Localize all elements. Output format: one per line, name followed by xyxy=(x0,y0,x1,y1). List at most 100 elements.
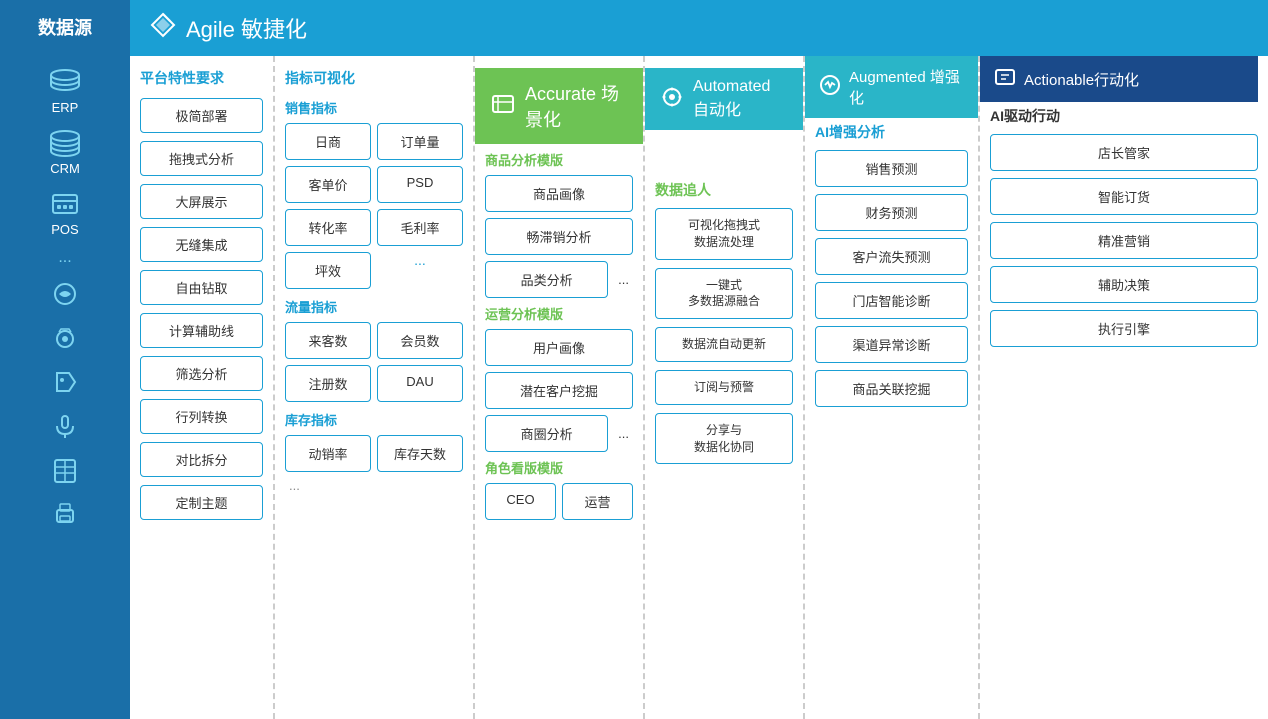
feature-box-5[interactable]: 自由钻取 xyxy=(140,270,263,305)
ai-box-3[interactable]: 客户流失预测 xyxy=(815,238,968,275)
sales-grid: 日商 订单量 客单价 PSD 转化率 毛利率 xyxy=(285,123,463,246)
ai-box-5[interactable]: 渠道异常诊断 xyxy=(815,326,968,363)
excel-icon xyxy=(47,455,83,485)
sidebar-ellipsis: ... xyxy=(58,247,71,269)
tracking-text-2: 一键式多数据源融合 xyxy=(688,278,760,309)
feature-box-1[interactable]: 极简部署 xyxy=(140,98,263,133)
erp-icon xyxy=(47,68,83,98)
ops-box-3[interactable]: 商圈分析 xyxy=(485,415,608,452)
sidebar-item-erp[interactable]: ERP xyxy=(47,64,83,119)
sales-ellipsis: ... xyxy=(377,252,463,289)
camera-icon xyxy=(47,323,83,353)
sidebar-title: 数据源 xyxy=(0,0,130,54)
metric-box-6[interactable]: 毛利率 xyxy=(377,209,463,246)
tracking-text-1: 可视化拖拽式数据流处理 xyxy=(688,218,760,249)
tracking-box-4[interactable]: 订阅与预警 xyxy=(655,370,793,405)
tracking-box-3[interactable]: 数据流自动更新 xyxy=(655,327,793,362)
weibo-icon xyxy=(47,279,83,309)
metric-box-t4[interactable]: DAU xyxy=(377,365,463,402)
agile-icon xyxy=(150,12,176,44)
ai-section-title: AI增强分析 xyxy=(815,122,968,142)
platform-title: 平台特性要求 xyxy=(140,68,263,88)
metric-box-5[interactable]: 转化率 xyxy=(285,209,371,246)
content-area: Agile 敏捷化 平台特性要求 极简部署 拖拽式分析 大屏展示 无缝集成 自由… xyxy=(130,0,1268,719)
col-tracking: Automated 自动化 数据追人 可视化拖拽式数据流处理 一键式多数据源融合… xyxy=(645,56,805,719)
metric-box-4[interactable]: PSD xyxy=(377,166,463,203)
feature-box-4[interactable]: 无缝集成 xyxy=(140,227,263,262)
tracking-box-2[interactable]: 一键式多数据源融合 xyxy=(655,268,793,320)
feature-box-2[interactable]: 拖拽式分析 xyxy=(140,141,263,176)
feature-box-7[interactable]: 筛选分析 xyxy=(140,356,263,391)
automated-title: Automated 自动化 xyxy=(693,78,787,120)
tracking-text-5: 分享与数据化协同 xyxy=(694,423,754,454)
metric-box-i1[interactable]: 动销率 xyxy=(285,435,371,472)
metric-box-t2[interactable]: 会员数 xyxy=(377,322,463,359)
ai-box-4[interactable]: 门店智能诊断 xyxy=(815,282,968,319)
goods-box-1[interactable]: 商品画像 xyxy=(485,175,633,212)
role-box-ops[interactable]: 运营 xyxy=(562,483,633,520)
ai-box-1[interactable]: 销售预测 xyxy=(815,150,968,187)
action-box-2[interactable]: 智能订货 xyxy=(990,178,1258,215)
action-box-1[interactable]: 店长管家 xyxy=(990,134,1258,171)
sales-title: 销售指标 xyxy=(285,98,463,117)
metric-box-t1[interactable]: 来客数 xyxy=(285,322,371,359)
sidebar-item-social[interactable] xyxy=(47,275,83,313)
inventory-grid: 动销率 库存天数 xyxy=(285,435,463,472)
ai-box-2[interactable]: 财务预测 xyxy=(815,194,968,231)
feature-box-8[interactable]: 行列转换 xyxy=(140,399,263,434)
goods-box-2[interactable]: 畅滞销分析 xyxy=(485,218,633,255)
sidebar: 数据源 ERP xyxy=(0,0,130,719)
accurate-title: Accurate 场景化 xyxy=(525,80,627,132)
feature-box-6[interactable]: 计算辅助线 xyxy=(140,313,263,348)
tracking-box-5[interactable]: 分享与数据化协同 xyxy=(655,413,793,465)
role-box-ceo[interactable]: CEO xyxy=(485,483,556,520)
action-box-3[interactable]: 精准营销 xyxy=(990,222,1258,259)
augmented-header: Augmented 增强化 xyxy=(805,56,978,118)
mic-icon xyxy=(47,411,83,441)
automated-header: Automated 自动化 xyxy=(645,68,803,130)
ai-drive-title: AI驱动行动 xyxy=(990,106,1258,126)
sidebar-item-print[interactable] xyxy=(47,495,83,533)
feature-box-9[interactable]: 对比拆分 xyxy=(140,442,263,477)
actionable-title: Actionable行动化 xyxy=(1024,69,1139,90)
ai-box-6[interactable]: 商品关联挖掘 xyxy=(815,370,968,407)
feature-box-3[interactable]: 大屏展示 xyxy=(140,184,263,219)
pos-icon xyxy=(47,190,83,220)
automated-icon xyxy=(661,86,683,113)
sidebar-item-excel[interactable] xyxy=(47,451,83,489)
metric-box-1[interactable]: 日商 xyxy=(285,123,371,160)
metrics-title: 指标可视化 xyxy=(285,68,463,88)
sidebar-item-crm[interactable]: CRM xyxy=(47,125,83,180)
metric-box-t3[interactable]: 注册数 xyxy=(285,365,371,402)
col-ai: Augmented 增强化 AI增强分析 销售预测 财务预测 客户流失预测 门店… xyxy=(805,56,980,719)
traffic-title: 流量指标 xyxy=(285,297,463,316)
col-actionable: Actionable行动化 AI驱动行动 店长管家 智能订货 精准营销 辅助决策… xyxy=(980,56,1268,719)
sales-grid-2: 坪效 ... xyxy=(285,252,463,289)
goods-box-3[interactable]: 品类分析 xyxy=(485,261,608,298)
goods-row: 品类分析 ... xyxy=(485,261,633,298)
traffic-grid: 来客数 会员数 注册数 DAU xyxy=(285,322,463,402)
print-icon xyxy=(47,499,83,529)
goods-ellipsis: ... xyxy=(614,261,633,298)
action-box-5[interactable]: 执行引擎 xyxy=(990,310,1258,347)
sidebar-item-pos[interactable]: POS xyxy=(47,186,83,241)
ops-title: 运营分析模版 xyxy=(485,304,633,323)
ops-box-1[interactable]: 用户画像 xyxy=(485,329,633,366)
augmented-icon xyxy=(819,74,841,100)
metric-box-3[interactable]: 客单价 xyxy=(285,166,371,203)
col-metrics: 指标可视化 销售指标 日商 订单量 客单价 PSD 转化率 毛利率 坪效 ...… xyxy=(275,56,475,719)
sidebar-item-camera[interactable] xyxy=(47,319,83,357)
erp-label: ERP xyxy=(52,100,79,115)
pos-label: POS xyxy=(51,222,78,237)
action-box-4[interactable]: 辅助决策 xyxy=(990,266,1258,303)
tracking-title: 数据追人 xyxy=(655,180,793,200)
sidebar-item-tag[interactable] xyxy=(47,363,83,401)
actionable-header: Actionable行动化 xyxy=(980,56,1258,102)
metric-box-7[interactable]: 坪效 xyxy=(285,252,371,289)
tracking-box-1[interactable]: 可视化拖拽式数据流处理 xyxy=(655,208,793,260)
metric-box-i2[interactable]: 库存天数 xyxy=(377,435,463,472)
feature-box-10[interactable]: 定制主题 xyxy=(140,485,263,520)
ops-box-2[interactable]: 潜在客户挖掘 xyxy=(485,372,633,409)
sidebar-item-mic[interactable] xyxy=(47,407,83,445)
metric-box-2[interactable]: 订单量 xyxy=(377,123,463,160)
